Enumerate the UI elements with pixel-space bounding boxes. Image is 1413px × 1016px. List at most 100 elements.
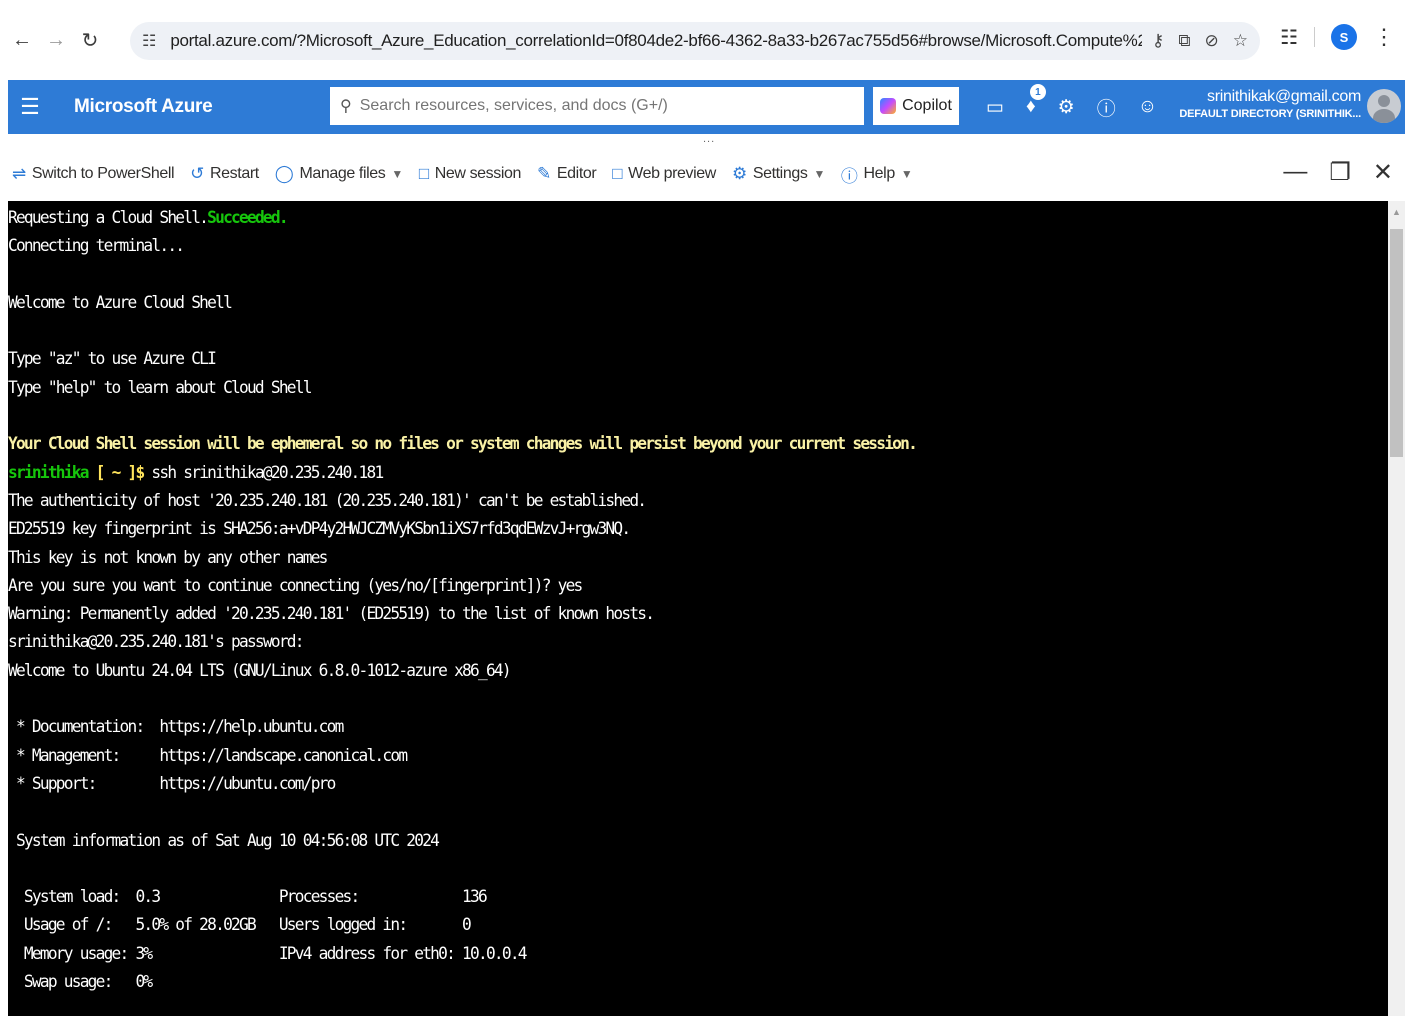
site-settings-icon[interactable]: ☷: [142, 31, 156, 51]
copilot-icon: [880, 98, 897, 114]
cloud-shell-toolbar: ⇌ Switch to PowerShell ↺ Restart ◯ Manag…: [8, 148, 1405, 200]
install-app-icon[interactable]: ⧉: [1178, 31, 1190, 51]
terminal-line: Welcome to Azure Cloud Shell: [8, 292, 233, 313]
terminal-line: System load: 0.3 Processes: 136: [8, 887, 488, 908]
reload-icon[interactable]: ↻: [78, 28, 102, 52]
azure-header: ☰ Microsoft Azure ⚲ Copilot ▭ ♦1 ⚙ ⓘ ☺ s…: [8, 80, 1405, 134]
chevron-down-icon: ▼: [813, 167, 825, 181]
prompt-path: [ ~ ]$: [87, 462, 152, 483]
terminal-line: * Documentation: https://help.ubuntu.com: [8, 717, 344, 738]
files-icon: ◯: [274, 164, 294, 183]
chevron-down-icon: ▼: [900, 167, 913, 181]
password-key-icon[interactable]: ⚷: [1152, 31, 1164, 51]
web-preview-button[interactable]: □ Web preview: [612, 164, 716, 184]
settings-button[interactable]: ⚙ Settings ▼: [732, 164, 825, 184]
restart-label: Restart: [210, 165, 259, 182]
editor-button[interactable]: ✎ Editor: [537, 164, 597, 184]
terminal-line: ED25519 key fingerprint is SHA256:a+vDP4…: [8, 519, 631, 540]
pencil-icon: ✎: [537, 164, 551, 183]
terminal-scrollbar[interactable]: ▲: [1388, 201, 1405, 1016]
scroll-up-arrow-icon[interactable]: ▲: [1392, 207, 1401, 217]
terminal-line: * Management: https://landscape.canonica…: [8, 745, 408, 766]
user-avatar[interactable]: [1367, 89, 1401, 123]
terminal-line: Usage of /: 5.0% of 28.02GB Users logged…: [8, 915, 472, 936]
scroll-thumb[interactable]: [1390, 229, 1403, 457]
settings-gear-icon[interactable]: ⚙: [1058, 96, 1075, 119]
terminal-line: * Support: https://ubuntu.com/pro: [8, 773, 336, 794]
restart-button[interactable]: ↺ Restart: [190, 164, 259, 184]
help-question-icon[interactable]: ⓘ: [1097, 94, 1116, 121]
terminal-line: Requesting a Cloud Shell.Succeeded.: [8, 208, 289, 228]
hide-eye-icon[interactable]: ⊘: [1205, 31, 1219, 51]
close-icon[interactable]: ✕: [1373, 158, 1393, 187]
chevron-down-icon: ▼: [391, 167, 403, 181]
global-search[interactable]: ⚲: [330, 87, 864, 125]
forward-arrow-icon[interactable]: →: [44, 28, 68, 52]
account-email: srinithikak@gmail.com: [1207, 88, 1361, 105]
back-arrow-icon[interactable]: ←: [10, 28, 34, 52]
feedback-icon[interactable]: ☺: [1138, 96, 1157, 118]
address-bar[interactable]: ☷ portal.azure.com/?Microsoft_Azure_Educ…: [130, 22, 1260, 60]
terminal-line: Connecting terminal...: [8, 236, 185, 257]
help-button[interactable]: ⓘ Help ▼: [840, 162, 913, 187]
switch-label: Switch to PowerShell: [31, 165, 175, 182]
hamburger-menu-icon[interactable]: ☰: [8, 94, 52, 120]
terminal-line: Are you sure you want to continue connec…: [8, 575, 583, 596]
new-session-label: New session: [434, 165, 522, 182]
switch-arrows-icon: ⇌: [12, 164, 26, 183]
prompt-user: srinithika: [8, 462, 89, 483]
help-label: Help: [863, 165, 896, 182]
settings-gear-icon: ⚙: [731, 164, 747, 183]
terminal-prompt-line: srinithika [ ~ ]$ ssh srinithika@20.235.…: [8, 459, 1319, 487]
terminal-line: Welcome to Ubuntu 24.04 LTS (GNU/Linux 6…: [8, 660, 512, 681]
ephemeral-warning: Your Cloud Shell session will be ephemer…: [8, 434, 918, 455]
manage-files-label: Manage files: [299, 165, 386, 182]
terminal-output[interactable]: Requesting a Cloud Shell.Succeeded. Conn…: [8, 201, 1388, 1016]
more-menu-icon[interactable]: ⋮: [1373, 24, 1395, 50]
terminal-line: Swap usage: 0%: [8, 972, 153, 993]
terminal-line: Type "az" to use Azure CLI: [8, 349, 217, 370]
cloud-shell-icon[interactable]: ▭: [986, 96, 1004, 119]
profile-avatar[interactable]: S: [1331, 24, 1357, 50]
new-document-icon: □: [418, 164, 429, 183]
terminal-line: Memory usage: 3% IPv4 address for eth0: …: [8, 943, 528, 964]
extensions-puzzle-icon[interactable]: ☷: [1280, 25, 1298, 50]
terminal-line: The authenticity of host '20.235.240.181…: [8, 490, 647, 511]
terminal-line: This key is not known by any other names: [8, 547, 328, 568]
terminal-line: Warning: Permanently added '20.235.240.1…: [8, 604, 655, 625]
account-menu[interactable]: srinithikak@gmail.com DEFAULT DIRECTORY …: [1179, 88, 1361, 120]
account-directory: DEFAULT DIRECTORY (SRINITHIK...: [1179, 108, 1361, 120]
search-icon: ⚲: [340, 98, 352, 115]
switch-to-powershell-button[interactable]: ⇌ Switch to PowerShell: [12, 164, 175, 184]
resize-handle[interactable]: ...: [703, 133, 715, 145]
terminal-line: Type "help" to learn about Cloud Shell: [8, 377, 312, 398]
maximize-icon[interactable]: ❐: [1329, 158, 1351, 187]
terminal-line: srinithika@20.235.240.181's password:: [8, 632, 304, 653]
prompt-command: ssh srinithika@20.235.240.181: [151, 462, 384, 483]
manage-files-button[interactable]: ◯ Manage files ▼: [275, 164, 403, 184]
settings-label: Settings: [752, 165, 808, 182]
url-text[interactable]: portal.azure.com/?Microsoft_Azure_Educat…: [170, 31, 1142, 51]
notifications-bell-icon[interactable]: ♦ 1: [1026, 84, 1046, 118]
notification-badge: 1: [1029, 84, 1046, 100]
editor-label: Editor: [556, 165, 597, 182]
success-text: Succeeded.: [207, 208, 288, 228]
web-preview-icon: □: [612, 164, 623, 183]
copilot-button[interactable]: Copilot: [873, 87, 959, 125]
portal-brand[interactable]: Microsoft Azure: [74, 96, 213, 118]
help-question-icon: ⓘ: [840, 166, 858, 186]
terminal-line: System information as of Sat Aug 10 04:5…: [8, 830, 440, 851]
search-input[interactable]: [359, 97, 864, 115]
minimize-icon[interactable]: —: [1283, 158, 1307, 187]
web-preview-label: Web preview: [628, 165, 716, 182]
divider: [1314, 27, 1315, 47]
copilot-label: Copilot: [902, 97, 952, 114]
bookmark-star-icon[interactable]: ☆: [1233, 31, 1248, 51]
new-session-button[interactable]: □ New session: [418, 164, 522, 184]
